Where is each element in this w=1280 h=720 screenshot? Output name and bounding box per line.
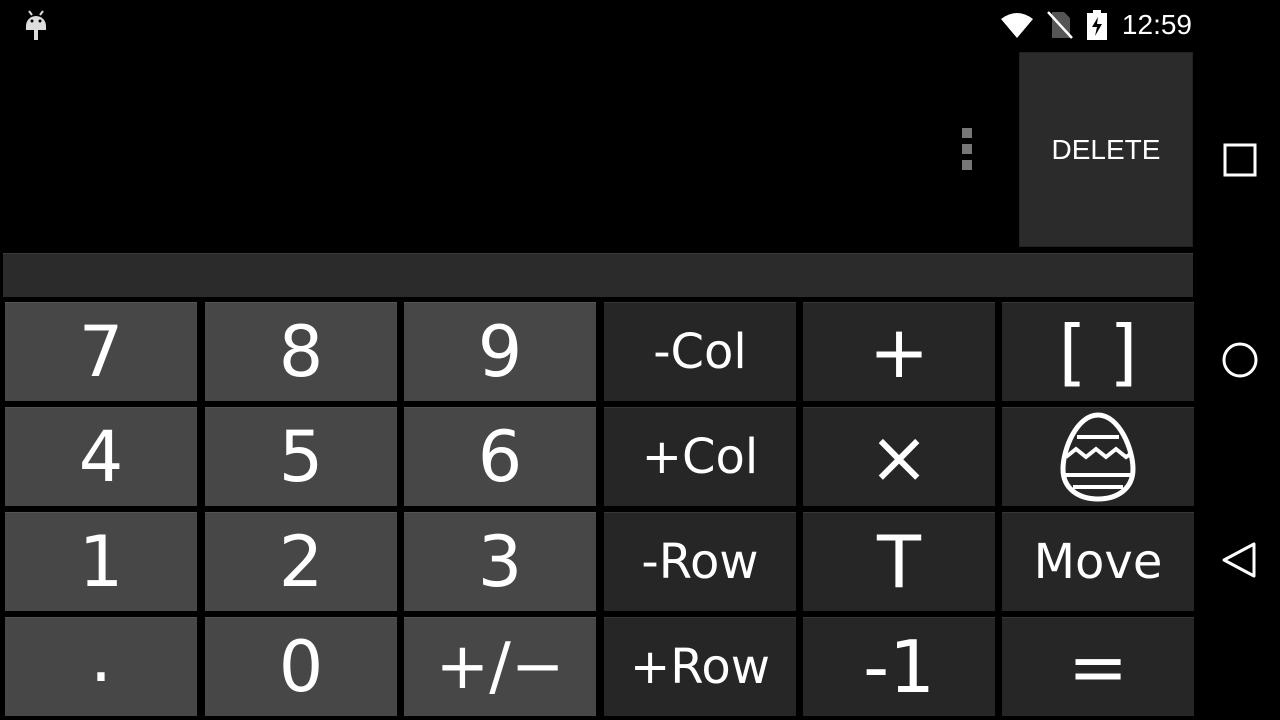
recents-square-icon[interactable]: [1220, 140, 1260, 180]
key-decimal[interactable]: .: [5, 616, 197, 716]
key-3[interactable]: 3: [404, 512, 596, 611]
no-sim-icon: [1047, 11, 1073, 39]
key-5[interactable]: 5: [205, 407, 397, 506]
calculator-screen: 12:59 DELETE 7 8 9 -Col + [ ] 4 5 6 +Col…: [0, 0, 1280, 720]
more-vertical-icon[interactable]: [955, 128, 979, 174]
navigation-bar: [1200, 0, 1280, 720]
key-plus-col[interactable]: +Col: [604, 407, 796, 506]
key-brackets[interactable]: [ ]: [1002, 302, 1194, 401]
keypad: 7 8 9 -Col + [ ] 4 5 6 +Col × 1 2 3 -Row…: [0, 300, 1200, 720]
key-minus-col[interactable]: -Col: [604, 302, 796, 401]
key-move[interactable]: Move: [1002, 512, 1194, 611]
delete-button[interactable]: DELETE: [1019, 52, 1193, 247]
wifi-icon: [1000, 13, 1033, 38]
status-clock: 12:59: [1121, 9, 1192, 40]
key-9[interactable]: 9: [404, 302, 596, 401]
back-triangle-icon[interactable]: [1220, 540, 1260, 580]
key-negate[interactable]: +/−: [404, 617, 596, 716]
key-plus-row[interactable]: +Row: [604, 617, 796, 716]
status-bar: 12:59: [0, 0, 1280, 50]
key-2[interactable]: 2: [205, 512, 397, 611]
key-6[interactable]: 6: [404, 407, 596, 506]
egg-icon: [1060, 412, 1136, 502]
status-icons: 12:59: [1000, 0, 1192, 50]
key-4[interactable]: 4: [5, 407, 197, 506]
battery-charging-icon: [1086, 10, 1107, 40]
key-egg[interactable]: [1002, 407, 1194, 506]
android-notification-icon: [26, 10, 46, 40]
key-inverse[interactable]: -1: [803, 617, 995, 716]
key-0[interactable]: 0: [205, 617, 397, 716]
key-7[interactable]: 7: [5, 302, 197, 401]
key-8[interactable]: 8: [205, 302, 397, 401]
key-plus[interactable]: +: [803, 302, 995, 401]
key-transpose[interactable]: T: [803, 512, 995, 611]
input-field[interactable]: [3, 253, 1193, 297]
home-circle-icon[interactable]: [1220, 340, 1260, 380]
key-minus-row[interactable]: -Row: [604, 512, 796, 611]
key-multiply[interactable]: ×: [803, 407, 995, 506]
key-equals[interactable]: =: [1002, 617, 1194, 716]
key-1[interactable]: 1: [5, 512, 197, 611]
